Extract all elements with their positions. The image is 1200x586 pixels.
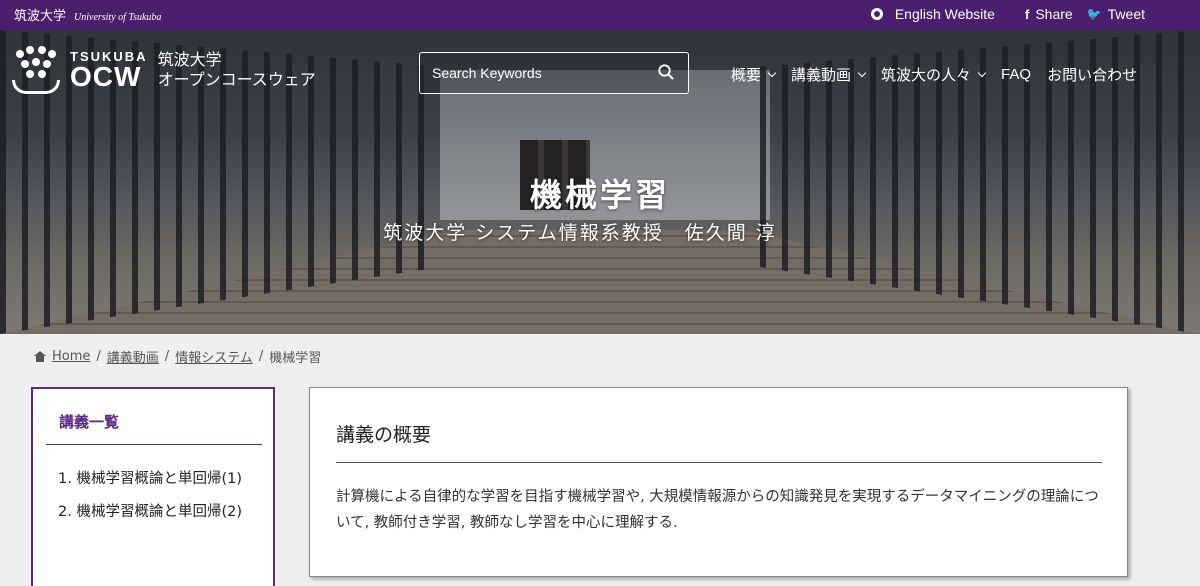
lecture-list-heading: 講義一覧 xyxy=(59,413,120,431)
breadcrumb-current: 機械学習 xyxy=(269,351,322,366)
top-bar-links: English Website f Share 🐦 Tweet xyxy=(870,6,1145,22)
main-nav: 概要 講義動画 筑波大の人々 FAQ お問い合わせ xyxy=(731,64,1137,85)
chevron-down-icon xyxy=(977,68,987,78)
breadcrumb: Home / 講義動画 / 情報システム / 機械学習 xyxy=(34,347,321,366)
university-logo[interactable]: 筑波大学 University of Tsukuba xyxy=(14,5,161,24)
nav-label: FAQ xyxy=(1001,66,1032,83)
ocw-logo-icon xyxy=(12,46,60,94)
chevron-down-icon xyxy=(857,68,867,78)
ocw-logo-text: TSUKUBA OCW xyxy=(70,50,148,91)
globe-icon xyxy=(870,8,883,20)
page-subtitle: 筑波大学 システム情報系教授 佐久間 淳 xyxy=(383,222,777,244)
ocw-logo[interactable]: TSUKUBA OCW 筑波大学 オープンコースウェア xyxy=(12,46,316,94)
lecture-list: 1. 機械学習概論と単回帰(1) 2. 機械学習概論と単回帰(2) xyxy=(58,469,258,535)
overview-description: 計算機による自律的な学習を目指す機械学習や, 大規模情報源からの知識発見を実現す… xyxy=(336,489,1099,531)
lecture-list-sidebar: 講義一覧 1. 機械学習概論と単回帰(1) 2. 機械学習概論と単回帰(2) xyxy=(31,387,275,586)
overview-card: 講義の概要 計算機による自律的な学習を目指す機械学習や, 大規模情報源からの知識… xyxy=(309,387,1128,577)
breadcrumb-information-systems[interactable]: 情報システム xyxy=(175,347,253,366)
breadcrumb-separator: / xyxy=(96,349,101,364)
nav-item-overview[interactable]: 概要 xyxy=(731,64,777,85)
share-label: Share xyxy=(1035,6,1073,22)
tweet-label: Tweet xyxy=(1107,6,1145,22)
university-name-en: University of Tsukuba xyxy=(74,12,162,23)
nav-label: お問い合わせ xyxy=(1047,66,1138,84)
home-icon xyxy=(34,351,46,362)
tweet-button[interactable]: 🐦 Tweet xyxy=(1087,6,1145,22)
breadcrumb-lecture-videos[interactable]: 講義動画 xyxy=(107,347,159,366)
breadcrumb-separator: / xyxy=(258,349,264,364)
university-name-jp: 筑波大学 xyxy=(14,9,67,24)
search-box xyxy=(419,52,689,94)
breadcrumb-separator: / xyxy=(164,349,170,364)
nav-item-faq[interactable]: FAQ xyxy=(1001,64,1031,85)
nav-item-people[interactable]: 筑波大の人々 xyxy=(881,64,987,85)
english-website-link[interactable]: English Website xyxy=(870,6,995,22)
facebook-icon: f xyxy=(1024,6,1030,22)
lecture-list-item[interactable]: 2. 機械学習概論と単回帰(2) xyxy=(58,502,258,523)
twitter-icon: 🐦 xyxy=(1086,7,1102,21)
top-bar: 筑波大学 University of Tsukuba English Websi… xyxy=(0,0,1200,30)
breadcrumb-home[interactable]: Home xyxy=(52,349,90,364)
nav-item-contact[interactable]: お問い合わせ xyxy=(1047,64,1137,85)
share-button[interactable]: f Share xyxy=(1025,6,1073,22)
chevron-down-icon xyxy=(767,68,777,78)
nav-label: 筑波大の人々 xyxy=(881,66,972,84)
logo-jp-line1: 筑波大学 xyxy=(157,50,222,69)
page-title: 機械学習 xyxy=(529,176,670,214)
sidebar-divider xyxy=(46,444,262,445)
nav-label: 概要 xyxy=(731,66,762,84)
overview-divider xyxy=(336,462,1102,463)
search-icon[interactable] xyxy=(658,64,674,80)
english-website-label: English Website xyxy=(894,6,995,22)
logo-jp-text: 筑波大学 オープンコースウェア xyxy=(158,50,316,90)
lecture-list-item[interactable]: 1. 機械学習概論と単回帰(1) xyxy=(58,469,258,490)
nav-item-lecture-videos[interactable]: 講義動画 xyxy=(791,64,867,85)
overview-title: 講義の概要 xyxy=(336,424,432,446)
logo-ocw: OCW xyxy=(70,60,142,92)
nav-label: 講義動画 xyxy=(791,66,852,84)
logo-jp-line2: オープンコースウェア xyxy=(157,70,316,89)
search-input[interactable] xyxy=(420,53,650,93)
